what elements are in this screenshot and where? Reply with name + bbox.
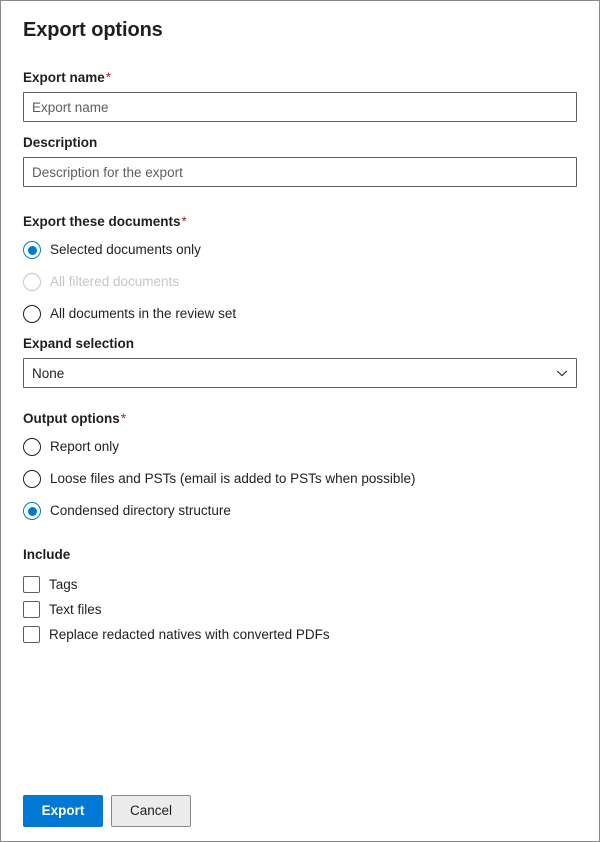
required-indicator: * <box>105 70 112 85</box>
export-documents-group-label: Export these documents* <box>23 213 577 231</box>
output-options-label-text: Output options <box>23 411 120 426</box>
radio-icon-unchecked <box>23 438 41 456</box>
checkbox-replace-redacted-natives[interactable]: Replace redacted natives with converted … <box>23 622 577 647</box>
radio-icon-checked <box>23 241 41 259</box>
chevron-down-icon <box>556 367 568 379</box>
checkbox-label: Text files <box>49 601 102 617</box>
radio-all-filtered-documents: All filtered documents <box>23 269 577 295</box>
checkbox-icon-unchecked <box>23 576 40 593</box>
export-button[interactable]: Export <box>23 795 103 827</box>
export-name-input[interactable] <box>23 92 577 122</box>
checkbox-tags[interactable]: Tags <box>23 572 577 597</box>
required-indicator: * <box>181 214 187 229</box>
include-group-label: Include <box>23 547 71 562</box>
radio-condensed-directory-structure[interactable]: Condensed directory structure <box>23 498 577 524</box>
expand-selection-value: None <box>32 365 65 381</box>
footer-actions: Export Cancel <box>23 795 191 827</box>
export-documents-label-text: Export these documents <box>23 214 181 229</box>
export-options-panel: Export options Export name* Description … <box>0 0 600 842</box>
checkbox-icon-unchecked <box>23 626 40 643</box>
cancel-button[interactable]: Cancel <box>111 795 191 827</box>
expand-selection-label-text: Expand selection <box>23 336 135 351</box>
radio-icon-checked <box>23 502 41 520</box>
radio-icon-unchecked <box>23 470 41 488</box>
checkbox-icon-unchecked <box>23 601 40 618</box>
radio-label: All documents in the review set <box>50 306 237 321</box>
radio-icon-unchecked <box>23 305 41 323</box>
panel-content: Export options Export name* Description … <box>1 1 599 841</box>
radio-icon-disabled <box>23 273 41 291</box>
description-input[interactable] <box>23 157 577 187</box>
radio-loose-files-and-psts[interactable]: Loose files and PSTs (email is added to … <box>23 466 577 492</box>
checkbox-label: Tags <box>49 576 78 592</box>
radio-report-only[interactable]: Report only <box>23 434 577 460</box>
description-label: Description <box>23 134 577 152</box>
expand-selection-dropdown[interactable]: None <box>23 358 577 388</box>
required-indicator: * <box>120 411 126 426</box>
checkbox-label: Replace redacted natives with converted … <box>49 626 330 642</box>
output-options-group-label: Output options* <box>23 410 577 428</box>
radio-label: Report only <box>50 439 120 454</box>
radio-label: Condensed directory structure <box>50 503 231 518</box>
radio-selected-documents-only[interactable]: Selected documents only <box>23 237 577 263</box>
export-name-label: Export name* <box>23 69 577 87</box>
radio-label: Selected documents only <box>50 242 201 257</box>
radio-label: All filtered documents <box>50 274 180 289</box>
checkbox-text-files[interactable]: Text files <box>23 597 577 622</box>
description-label-text: Description <box>23 135 98 150</box>
radio-all-documents-in-review-set[interactable]: All documents in the review set <box>23 301 577 327</box>
radio-label: Loose files and PSTs (email is added to … <box>50 471 416 486</box>
export-name-label-text: Export name <box>23 70 105 85</box>
page-title: Export options <box>23 19 163 41</box>
expand-selection-label: Expand selection <box>23 335 577 353</box>
